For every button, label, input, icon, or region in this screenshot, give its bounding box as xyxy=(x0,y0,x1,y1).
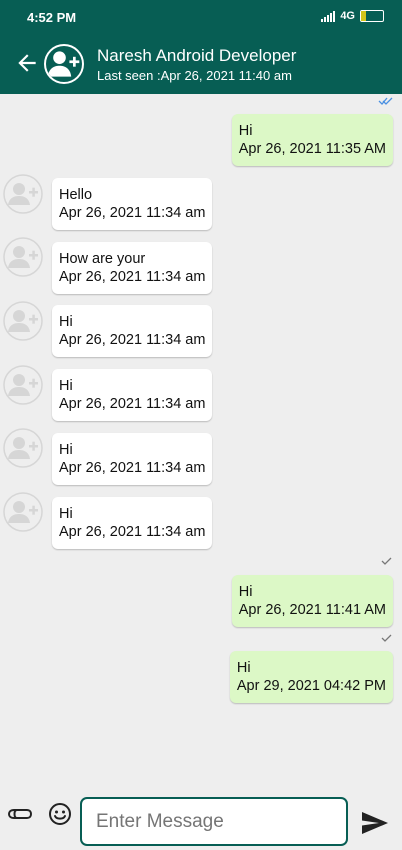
message-bubble-incoming[interactable]: Hello Apr 26, 2021 11:34 am xyxy=(52,178,213,230)
message-text: How are your xyxy=(59,251,146,267)
message-time: Apr 26, 2021 11:41 AM xyxy=(238,602,386,618)
message-text: Hi xyxy=(59,442,73,458)
status-time: 4:52 PM xyxy=(27,10,77,25)
battery-level: 23 xyxy=(367,11,377,20)
read-ticks-icon xyxy=(378,97,393,105)
message-bubble-incoming[interactable]: Hi Apr 26, 2021 11:34 am xyxy=(52,369,213,421)
network-type: 4G xyxy=(340,10,355,22)
status-icons: 4G 23 xyxy=(321,10,384,22)
app-header: 4:52 PM 4G 23 Naresh Android Developer L… xyxy=(0,0,402,94)
contact-avatar[interactable] xyxy=(44,44,84,84)
last-seen: Last seen :Apr 26, 2021 11:40 am xyxy=(97,68,292,83)
message-text: Hi xyxy=(59,314,73,330)
back-arrow-icon[interactable] xyxy=(14,50,40,76)
sent-tick-icon xyxy=(381,634,392,642)
status-bar: 4:52 PM 4G 23 xyxy=(0,0,402,34)
sender-avatar-icon xyxy=(3,174,43,214)
message-bubble-outgoing[interactable]: Hi Apr 26, 2021 11:35 AM xyxy=(231,114,393,166)
message-time: Apr 26, 2021 11:35 AM xyxy=(238,141,386,157)
message-text: Hi xyxy=(59,378,73,394)
sender-avatar-icon xyxy=(3,365,43,405)
message-time: Apr 26, 2021 11:34 am xyxy=(59,396,206,412)
paperclip-icon[interactable] xyxy=(6,804,34,824)
message-text: Hi xyxy=(236,660,251,676)
battery-fill xyxy=(361,11,367,21)
message-time: Apr 26, 2021 11:34 am xyxy=(59,524,206,540)
message-text: Hi xyxy=(59,506,73,522)
battery-icon: 23 xyxy=(360,10,384,22)
message-bubble-incoming[interactable]: Hi Apr 26, 2021 11:34 am xyxy=(52,433,213,485)
message-bubble-incoming[interactable]: Hi Apr 26, 2021 11:34 am xyxy=(52,305,213,357)
message-text: Hi xyxy=(238,123,253,139)
message-time: Apr 26, 2021 11:34 am xyxy=(59,205,206,221)
send-icon[interactable] xyxy=(360,810,390,836)
message-text: Hi xyxy=(238,584,253,600)
message-bubble-incoming[interactable]: Hi Apr 26, 2021 11:34 am xyxy=(52,497,213,549)
add-contact-icon xyxy=(47,51,80,77)
message-input[interactable] xyxy=(80,797,348,846)
message-bubble-incoming[interactable]: How are your Apr 26, 2021 11:34 am xyxy=(52,242,213,294)
message-time: Apr 29, 2021 04:42 PM xyxy=(236,678,386,694)
sent-tick-icon xyxy=(381,557,392,565)
message-time: Apr 26, 2021 11:34 am xyxy=(59,269,206,285)
signal-icon xyxy=(321,10,336,22)
emoji-icon[interactable] xyxy=(48,802,72,826)
sender-avatar-icon xyxy=(3,301,43,341)
sender-avatar-icon xyxy=(3,492,43,532)
contact-name: Naresh Android Developer xyxy=(97,46,297,65)
sender-avatar-icon xyxy=(3,428,43,468)
message-composer xyxy=(0,790,402,850)
message-bubble-outgoing[interactable]: Hi Apr 29, 2021 04:42 PM xyxy=(229,651,393,703)
message-text: Hello xyxy=(59,187,93,203)
message-time: Apr 26, 2021 11:34 am xyxy=(59,332,206,348)
message-time: Apr 26, 2021 11:34 am xyxy=(59,460,206,476)
message-bubble-outgoing[interactable]: Hi Apr 26, 2021 11:41 AM xyxy=(231,575,393,627)
sender-avatar-icon xyxy=(3,237,43,277)
